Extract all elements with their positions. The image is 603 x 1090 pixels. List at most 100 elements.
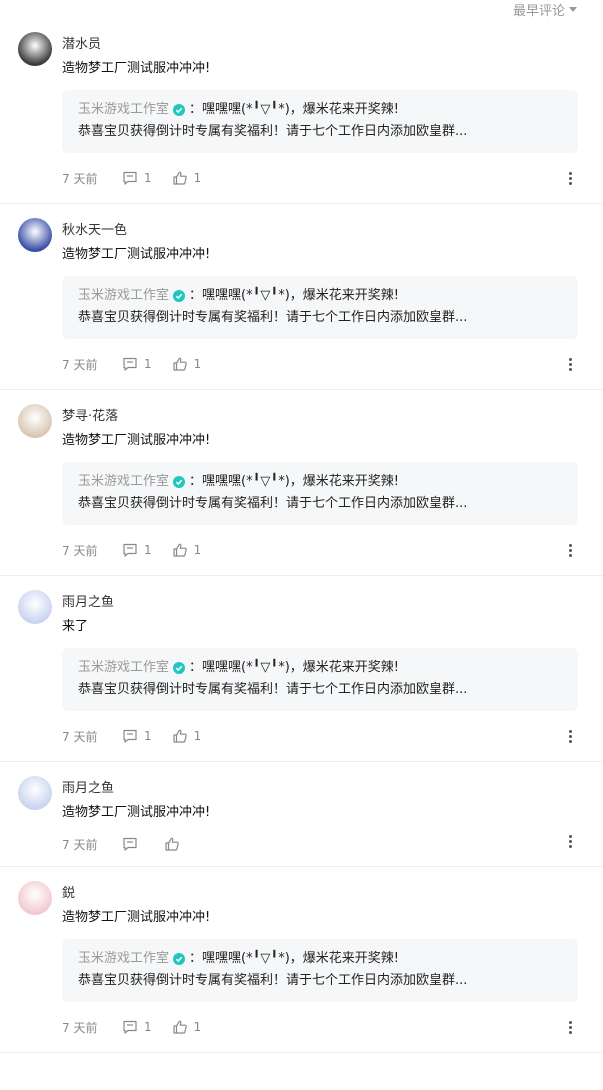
reply-author[interactable]: 玉米游戏工作室 bbox=[78, 948, 169, 970]
reply-detail: 恭喜宝贝获得倒计时专属有奖福利！请于七个工作日内添加欧皇群... bbox=[78, 973, 468, 988]
avatar[interactable] bbox=[18, 590, 52, 624]
reply-button[interactable]: 1 bbox=[122, 170, 152, 186]
timestamp: 7 天前 bbox=[62, 837, 98, 852]
more-options-icon[interactable] bbox=[569, 728, 573, 745]
thumbs-up-icon bbox=[165, 837, 179, 851]
reply-count: 1 bbox=[144, 1020, 152, 1034]
reply-button[interactable]: 1 bbox=[122, 728, 152, 744]
more-options-icon[interactable] bbox=[569, 542, 573, 559]
comment-text: 造物梦工厂测试服冲冲冲! bbox=[62, 433, 211, 448]
username[interactable]: 雨月之鱼 bbox=[62, 576, 578, 612]
reply-detail: 恭喜宝贝获得倒计时专属有奖福利！请于七个工作日内添加欧皇群... bbox=[78, 124, 468, 139]
timestamp: 7 天前 bbox=[62, 729, 98, 744]
reply-count: 1 bbox=[144, 171, 152, 185]
more-options-icon[interactable] bbox=[569, 356, 573, 373]
username[interactable]: 梦寻·花落 bbox=[62, 390, 578, 426]
reply-text: ：嘿嘿嘿(*╹▽╹*)，爆米花来开奖辣! bbox=[189, 474, 400, 489]
comment-text: 造物梦工厂测试服冲冲冲! bbox=[62, 61, 211, 76]
comment-item: 梦寻·花落 造物梦工厂测试服冲冲冲! 玉米游戏工作室 ：嘿嘿嘿(*╹▽╹*)，爆… bbox=[0, 390, 603, 576]
timestamp: 7 天前 bbox=[62, 171, 98, 186]
username[interactable]: 秋水天一色 bbox=[62, 204, 578, 240]
like-count: 1 bbox=[193, 543, 202, 557]
like-count: 1 bbox=[193, 1020, 202, 1034]
comment-icon bbox=[123, 357, 137, 371]
avatar[interactable] bbox=[18, 776, 52, 810]
comment-item: 雨月之鱼 来了 玉米游戏工作室 ：嘿嘿嘿(*╹▽╹*)，爆米花来开奖辣! 恭喜宝… bbox=[0, 576, 603, 762]
comment-meta: 7 天前 1 1 bbox=[62, 339, 578, 389]
more-options-icon[interactable] bbox=[569, 1019, 573, 1036]
reply-box[interactable]: 玉米游戏工作室 ：嘿嘿嘿(*╹▽╹*)，爆米花来开奖辣! 恭喜宝贝获得倒计时专属… bbox=[62, 276, 578, 339]
sort-dropdown[interactable]: 最早评论 bbox=[513, 0, 577, 19]
thumbs-up-icon bbox=[173, 729, 187, 743]
more-options-icon[interactable] bbox=[569, 170, 573, 187]
username[interactable]: 雨月之鱼 bbox=[62, 762, 578, 798]
thumbs-up-icon bbox=[173, 1020, 187, 1034]
username[interactable]: 鋭 bbox=[62, 867, 578, 903]
comment-meta: 7 天前 bbox=[62, 822, 578, 866]
reply-count: 1 bbox=[144, 357, 152, 371]
thumbs-up-icon bbox=[173, 357, 187, 371]
like-count: 1 bbox=[193, 171, 202, 185]
reply-author[interactable]: 玉米游戏工作室 bbox=[78, 471, 169, 493]
reply-box[interactable]: 玉米游戏工作室 ：嘿嘿嘿(*╹▽╹*)，爆米花来开奖辣! 恭喜宝贝获得倒计时专属… bbox=[62, 462, 578, 525]
comment-icon bbox=[123, 543, 137, 557]
timestamp: 7 天前 bbox=[62, 1020, 98, 1035]
reply-text: ：嘿嘿嘿(*╹▽╹*)，爆米花来开奖辣! bbox=[189, 660, 400, 675]
comment-icon bbox=[123, 1020, 137, 1034]
reply-button[interactable] bbox=[122, 836, 144, 852]
avatar[interactable] bbox=[18, 404, 52, 438]
reply-button[interactable]: 1 bbox=[122, 1019, 152, 1035]
comment-meta: 7 天前 1 1 bbox=[62, 525, 578, 575]
like-count: 1 bbox=[193, 729, 202, 743]
comment-text: 造物梦工厂测试服冲冲冲! bbox=[62, 805, 211, 820]
comment-meta: 7 天前 1 1 bbox=[62, 153, 578, 203]
like-button[interactable]: 1 bbox=[172, 542, 202, 558]
like-button[interactable]: 1 bbox=[172, 356, 202, 372]
comment-item: 鋭 造物梦工厂测试服冲冲冲! 玉米游戏工作室 ：嘿嘿嘿(*╹▽╹*)，爆米花来开… bbox=[0, 867, 603, 1053]
reply-box[interactable]: 玉米游戏工作室 ：嘿嘿嘿(*╹▽╹*)，爆米花来开奖辣! 恭喜宝贝获得倒计时专属… bbox=[62, 90, 578, 153]
like-button[interactable]: 1 bbox=[172, 170, 202, 186]
caret-down-icon bbox=[569, 7, 577, 12]
comment-meta: 7 天前 1 1 bbox=[62, 711, 578, 761]
reply-count: 1 bbox=[144, 729, 152, 743]
verified-icon bbox=[173, 476, 186, 488]
username[interactable]: 潜水员 bbox=[62, 18, 578, 54]
reply-button[interactable]: 1 bbox=[122, 356, 152, 372]
sort-label: 最早评论 bbox=[512, 4, 565, 19]
reply-author[interactable]: 玉米游戏工作室 bbox=[78, 99, 169, 121]
verified-icon bbox=[173, 104, 186, 116]
more-options-icon[interactable] bbox=[569, 833, 573, 850]
reply-box[interactable]: 玉米游戏工作室 ：嘿嘿嘿(*╹▽╹*)，爆米花来开奖辣! 恭喜宝贝获得倒计时专属… bbox=[62, 648, 578, 711]
avatar[interactable] bbox=[18, 218, 52, 252]
like-count: 1 bbox=[193, 357, 202, 371]
comment-meta: 7 天前 1 1 bbox=[62, 1002, 578, 1052]
comment-text: 造物梦工厂测试服冲冲冲! bbox=[62, 910, 211, 925]
thumbs-up-icon bbox=[173, 543, 187, 557]
avatar[interactable] bbox=[18, 881, 52, 915]
comment-text: 来了 bbox=[62, 619, 89, 634]
avatar[interactable] bbox=[18, 32, 52, 66]
comment-list: 潜水员 造物梦工厂测试服冲冲冲! 玉米游戏工作室 ：嘿嘿嘿(*╹▽╹*)，爆米花… bbox=[0, 18, 603, 1053]
comment-item: 雨月之鱼 造物梦工厂测试服冲冲冲! 7 天前 bbox=[0, 762, 603, 867]
reply-detail: 恭喜宝贝获得倒计时专属有奖福利！请于七个工作日内添加欧皇群... bbox=[78, 496, 468, 511]
comment-icon bbox=[123, 837, 137, 851]
comment-text: 造物梦工厂测试服冲冲冲! bbox=[62, 247, 211, 262]
reply-author[interactable]: 玉米游戏工作室 bbox=[78, 285, 169, 307]
like-button[interactable]: 1 bbox=[172, 728, 202, 744]
reply-text: ：嘿嘿嘿(*╹▽╹*)，爆米花来开奖辣! bbox=[189, 288, 400, 303]
verified-icon bbox=[173, 662, 186, 674]
reply-author[interactable]: 玉米游戏工作室 bbox=[78, 657, 169, 679]
comment-icon bbox=[123, 729, 137, 743]
reply-box[interactable]: 玉米游戏工作室 ：嘿嘿嘿(*╹▽╹*)，爆米花来开奖辣! 恭喜宝贝获得倒计时专属… bbox=[62, 939, 578, 1002]
like-button[interactable]: 1 bbox=[172, 1019, 202, 1035]
verified-icon bbox=[173, 290, 186, 302]
verified-icon bbox=[173, 953, 186, 965]
reply-button[interactable]: 1 bbox=[122, 542, 152, 558]
reply-text: ：嘿嘿嘿(*╹▽╹*)，爆米花来开奖辣! bbox=[189, 102, 400, 117]
comment-icon bbox=[123, 171, 137, 185]
comment-item: 潜水员 造物梦工厂测试服冲冲冲! 玉米游戏工作室 ：嘿嘿嘿(*╹▽╹*)，爆米花… bbox=[0, 18, 603, 204]
comment-item: 秋水天一色 造物梦工厂测试服冲冲冲! 玉米游戏工作室 ：嘿嘿嘿(*╹▽╹*)，爆… bbox=[0, 204, 603, 390]
like-button[interactable] bbox=[164, 836, 186, 852]
reply-detail: 恭喜宝贝获得倒计时专属有奖福利！请于七个工作日内添加欧皇群... bbox=[78, 682, 468, 697]
reply-detail: 恭喜宝贝获得倒计时专属有奖福利！请于七个工作日内添加欧皇群... bbox=[78, 310, 468, 325]
